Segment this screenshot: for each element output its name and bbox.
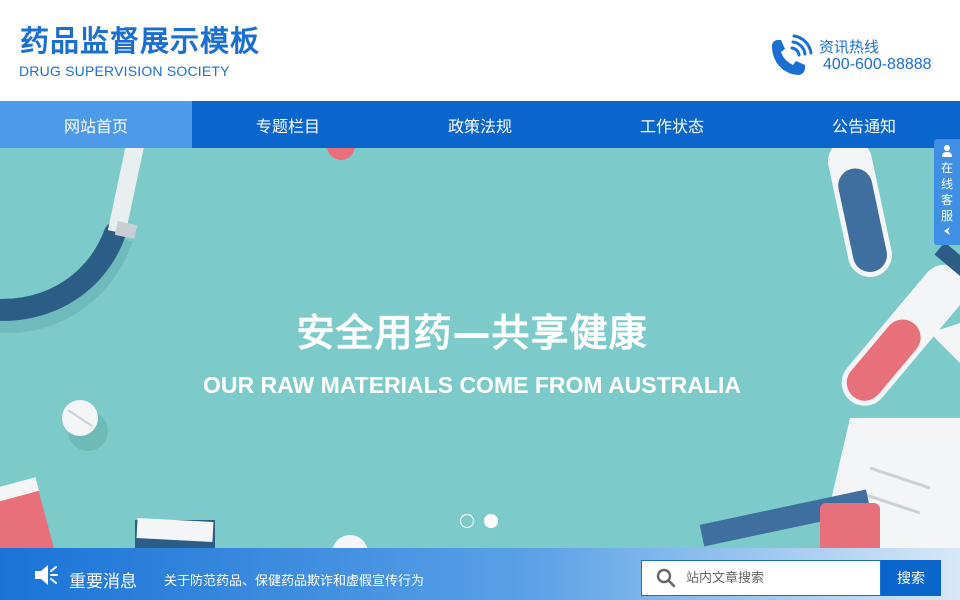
header: 药品监督展示模板 DRUG SUPERVISION SOCIETY 资讯热线 4… (0, 0, 960, 101)
phone-icon (772, 34, 813, 75)
nav-item-work-status[interactable]: 工作状态 (576, 101, 768, 148)
hotline-label: 资讯热线 (819, 38, 880, 56)
person-icon (942, 145, 952, 157)
nav-item-policies[interactable]: 政策法规 (384, 101, 576, 148)
banner-subtitle: OUR RAW MATERIALS COME FROM AUSTRALIA (203, 372, 741, 398)
news-bar: 重要消息 关于防范药品、保健药品欺诈和虚假宣传行为 搜索 (0, 548, 960, 600)
search-box (641, 560, 881, 596)
nav-item-announcements[interactable]: 公告通知 (768, 101, 960, 148)
search-input[interactable] (686, 563, 866, 593)
site-logo-title[interactable]: 药品监督展示模板 (20, 18, 260, 60)
nav-item-topics[interactable]: 专题栏目 (192, 101, 384, 148)
page: 药品监督展示模板 DRUG SUPERVISION SOCIETY 资讯热线 4… (0, 0, 960, 600)
slider-dot-2[interactable] (484, 514, 498, 528)
online-service-tab[interactable]: 在线客服 (934, 139, 960, 245)
arrow-left-icon (944, 227, 950, 235)
main-nav: 网站首页 专题栏目 政策法规 工作状态 公告通知 (0, 101, 960, 148)
nav-item-home[interactable]: 网站首页 (0, 101, 192, 148)
site-logo-subtitle: DRUG SUPERVISION SOCIETY (19, 63, 230, 79)
search-icon (656, 568, 676, 588)
slider-dot-1[interactable] (460, 514, 474, 528)
hotline-number: 400-600-88888 (823, 56, 932, 73)
slider-dots (460, 514, 498, 528)
online-service-label: 在线客服 (940, 161, 953, 223)
banner-title: 安全用药—共享健康 (296, 311, 648, 355)
hero-banner[interactable]: 安全用药—共享健康 OUR RAW MATERIALS COME FROM AU… (0, 148, 960, 548)
news-headline-link[interactable]: 关于防范药品、保健药品欺诈和虚假宣传行为 (164, 570, 424, 589)
news-title: 重要消息 (69, 572, 137, 592)
search-button[interactable]: 搜索 (881, 560, 941, 596)
speaker-icon (35, 565, 58, 585)
